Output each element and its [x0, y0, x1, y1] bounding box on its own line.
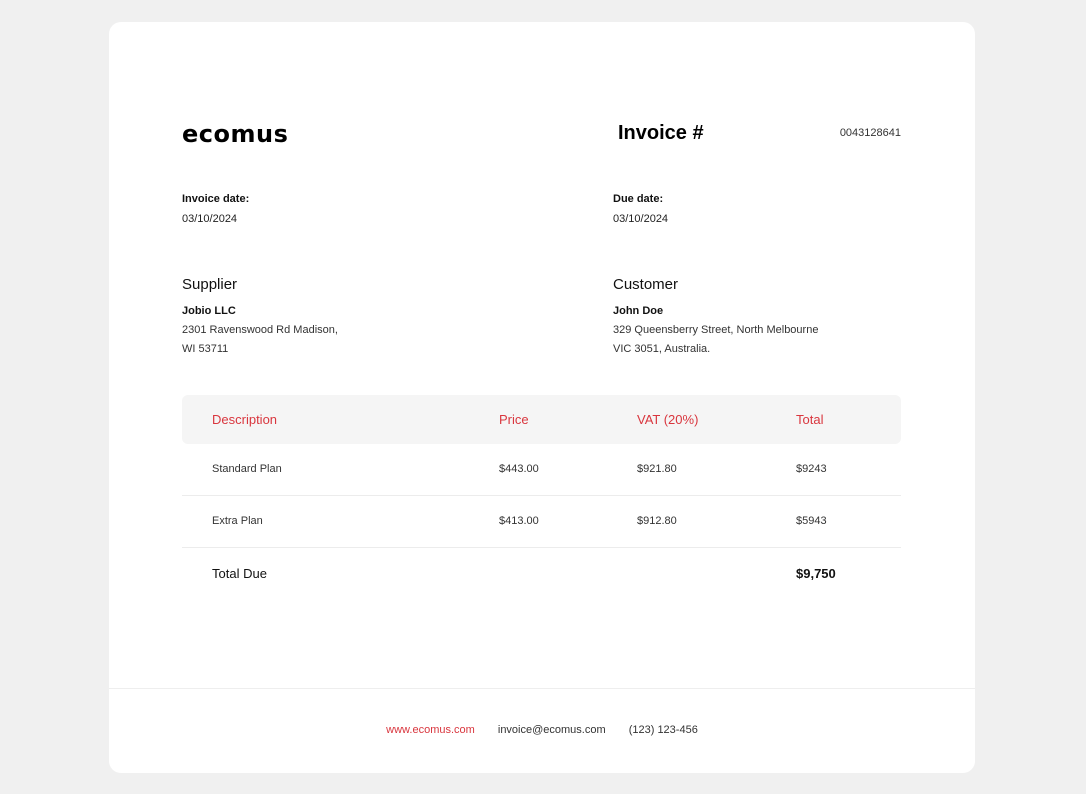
invoice-card: ecomus Invoice # 0043128641 Invoice date…	[109, 22, 975, 773]
invoice-date-block: Invoice date: 03/10/2024	[182, 193, 249, 225]
table-row: Extra Plan $413.00 $912.80 $5943	[182, 496, 901, 548]
row-description: Standard Plan	[212, 463, 282, 475]
invoice-footer: www.ecomus.com invoice@ecomus.com (123) …	[109, 724, 975, 736]
footer-divider	[109, 688, 975, 689]
header-total: Total	[796, 412, 824, 427]
row-vat: $912.80	[637, 515, 677, 527]
supplier-name: Jobio LLC	[182, 305, 236, 317]
row-total: $9243	[796, 463, 827, 475]
customer-heading: Customer	[613, 276, 679, 293]
invoice-date-value: 03/10/2024	[182, 213, 238, 225]
row-price: $443.00	[499, 463, 539, 475]
customer-address-line1: 329 Queensberry Street, North Melbourne	[613, 324, 819, 336]
phone-number[interactable]: (123) 123-456	[629, 724, 698, 736]
total-due-label: Total Due	[212, 566, 267, 581]
customer-name: John Doe	[613, 305, 664, 317]
total-due-value: $9,750	[796, 566, 836, 581]
invoice-date-label: Invoice date:	[182, 193, 250, 205]
header-vat: VAT (20%)	[637, 412, 699, 427]
customer-block: Customer John Doe 329 Queensberry Street…	[613, 276, 893, 355]
invoice-number: 0043128641	[839, 127, 901, 139]
supplier-address-line2: WI 53711	[182, 343, 229, 355]
due-date-block: Due date: 03/10/2024	[613, 193, 668, 225]
email-link[interactable]: invoice@ecomus.com	[498, 724, 606, 736]
due-date-value: 03/10/2024	[613, 213, 669, 225]
website-link[interactable]: www.ecomus.com	[386, 724, 475, 736]
table-header-row: Description Price VAT (20%) Total	[182, 395, 901, 444]
table-row: Standard Plan $443.00 $921.80 $9243	[182, 444, 901, 496]
invoice-table: Description Price VAT (20%) Total Standa…	[182, 395, 901, 598]
total-due-row: Total Due $9,750	[182, 548, 901, 598]
due-date-label: Due date:	[613, 193, 664, 205]
supplier-block: Supplier Jobio LLC 2301 Ravenswood Rd Ma…	[182, 276, 462, 355]
row-total: $5943	[796, 515, 827, 527]
supplier-heading: Supplier	[182, 276, 238, 293]
header-description: Description	[212, 412, 278, 427]
supplier-address-line1: 2301 Ravenswood Rd Madison,	[182, 324, 338, 336]
row-price: $413.00	[499, 515, 539, 527]
header-price: Price	[499, 412, 529, 427]
invoice-title: Invoice #	[618, 122, 704, 144]
row-description: Extra Plan	[212, 515, 263, 527]
customer-address-line2: VIC 3051, Australia.	[613, 343, 711, 355]
brand-logo[interactable]: ecomus	[182, 120, 288, 148]
row-vat: $921.80	[637, 463, 677, 475]
